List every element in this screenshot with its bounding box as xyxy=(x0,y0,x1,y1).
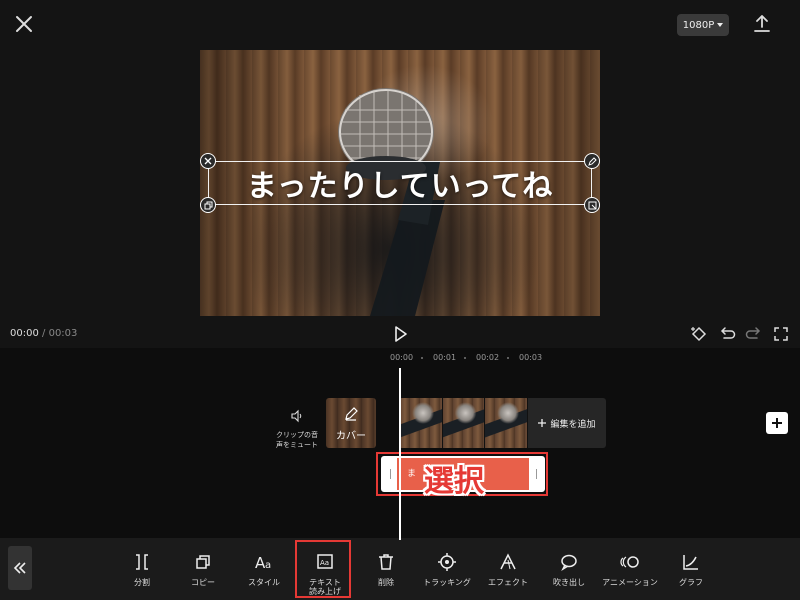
ruler-tick: 00:03 xyxy=(519,353,543,362)
tool-speech-bubble[interactable]: 吹き出し xyxy=(539,538,599,600)
current-time: 00:00 xyxy=(10,328,39,339)
text-to-speech-highlight xyxy=(295,540,351,598)
duration: 00:03 xyxy=(48,328,78,339)
redo-icon xyxy=(745,327,761,339)
upload-icon xyxy=(754,15,770,32)
ruler-dot xyxy=(507,357,509,359)
resize-icon xyxy=(588,201,596,209)
mute-clip-audio-button[interactable]: クリップの音 声をミュート xyxy=(274,408,320,450)
tool-label: 吹き出し xyxy=(553,578,585,587)
split-icon xyxy=(136,554,148,570)
playback-bar: 00:00 / 00:03 xyxy=(0,318,800,350)
tool-delete[interactable]: 削除 xyxy=(356,538,416,600)
effect-icon xyxy=(500,553,516,570)
play-icon xyxy=(395,326,407,342)
tool-label: アニメーション xyxy=(602,578,658,587)
select-annotation: 選択 xyxy=(424,464,484,499)
cover-label: カバー xyxy=(336,431,366,442)
text-overlay-box[interactable]: まったりしていってね xyxy=(208,161,592,205)
svg-text:a: a xyxy=(265,560,271,571)
delete-text-handle[interactable] xyxy=(200,153,216,169)
tool-effect[interactable]: エフェクト xyxy=(478,538,538,600)
add-track-button[interactable] xyxy=(766,412,788,434)
plus-icon xyxy=(772,418,782,428)
export-button[interactable] xyxy=(751,13,773,35)
ruler-tick: 00:01 xyxy=(433,353,457,362)
bottom-toolbar: 分割 コピー Aa スタイル Aa テキスト 読み上げ 削除 トラッキング エフ… xyxy=(0,538,800,600)
ruler-tick: 00:02 xyxy=(476,353,500,362)
close-icon xyxy=(16,16,32,32)
speaker-icon xyxy=(291,409,302,423)
resolution-button[interactable]: 1080P xyxy=(677,14,729,36)
tool-graph[interactable]: グラフ xyxy=(661,538,721,600)
speech-bubble-icon xyxy=(561,554,577,571)
tool-tracking[interactable]: トラッキング xyxy=(417,538,477,600)
tool-animation[interactable]: アニメーション xyxy=(600,538,660,600)
ruler-dot xyxy=(421,357,423,359)
redo-button[interactable] xyxy=(745,325,763,343)
pencil-icon xyxy=(345,407,358,421)
timecode: 00:00 / 00:03 xyxy=(10,328,77,339)
undo-icon xyxy=(720,327,736,339)
add-edit-label: 編集を追加 xyxy=(550,419,596,430)
copy-icon xyxy=(196,555,210,569)
add-edit-button[interactable]: 編集を追加 xyxy=(528,398,606,448)
playhead[interactable] xyxy=(399,368,401,540)
close-icon xyxy=(204,157,212,165)
clip-thumbnail xyxy=(442,398,486,448)
tool-copy[interactable]: コピー xyxy=(173,538,233,600)
resolution-label: 1080P xyxy=(682,19,715,31)
tool-label: グラフ xyxy=(679,578,703,587)
duplicate-text-handle[interactable] xyxy=(200,197,216,213)
tool-label: コピー xyxy=(191,578,215,587)
tool-style[interactable]: Aa スタイル xyxy=(234,538,294,600)
graph-icon xyxy=(683,555,698,570)
animation-icon xyxy=(620,556,639,568)
ruler-dot xyxy=(464,357,466,359)
tool-label: スタイル xyxy=(248,578,280,587)
style-icon: Aa xyxy=(255,554,271,572)
mute-clip-audio-label: クリップの音 声をミュート xyxy=(276,431,318,449)
tool-label: トラッキング xyxy=(423,578,471,587)
scale-text-handle[interactable] xyxy=(584,197,600,213)
ruler-tick: 00:00 xyxy=(390,353,414,362)
keyframe-button[interactable] xyxy=(690,325,708,343)
edit-text-handle[interactable] xyxy=(584,153,600,169)
plus-icon xyxy=(538,419,547,427)
copy-icon xyxy=(204,201,212,209)
close-button[interactable] xyxy=(12,12,36,36)
delete-icon xyxy=(379,554,393,570)
tool-label: 分割 xyxy=(134,578,150,587)
overlay-caption: まったりしていってね xyxy=(246,169,554,204)
video-clip[interactable] xyxy=(400,398,528,448)
undo-button[interactable] xyxy=(718,325,736,343)
fullscreen-icon xyxy=(774,327,788,341)
top-bar: 1080P xyxy=(0,0,800,50)
fullscreen-button[interactable] xyxy=(772,325,790,343)
caret-down-icon xyxy=(717,23,724,27)
tool-label: 削除 xyxy=(378,578,394,587)
play-button[interactable] xyxy=(390,324,410,344)
collapse-toolbar-button[interactable] xyxy=(8,546,32,590)
clip-thumbnail xyxy=(400,398,443,448)
double-chevron-left-icon xyxy=(13,562,26,574)
clip-thumbnail xyxy=(485,398,528,448)
tool-label: エフェクト xyxy=(488,578,528,587)
keyframe-icon xyxy=(691,326,707,342)
tracking-icon xyxy=(438,553,456,571)
cover-button[interactable]: カバー xyxy=(326,398,376,448)
pencil-icon xyxy=(587,156,597,166)
tool-split[interactable]: 分割 xyxy=(112,538,172,600)
time-separator: / xyxy=(42,328,46,339)
